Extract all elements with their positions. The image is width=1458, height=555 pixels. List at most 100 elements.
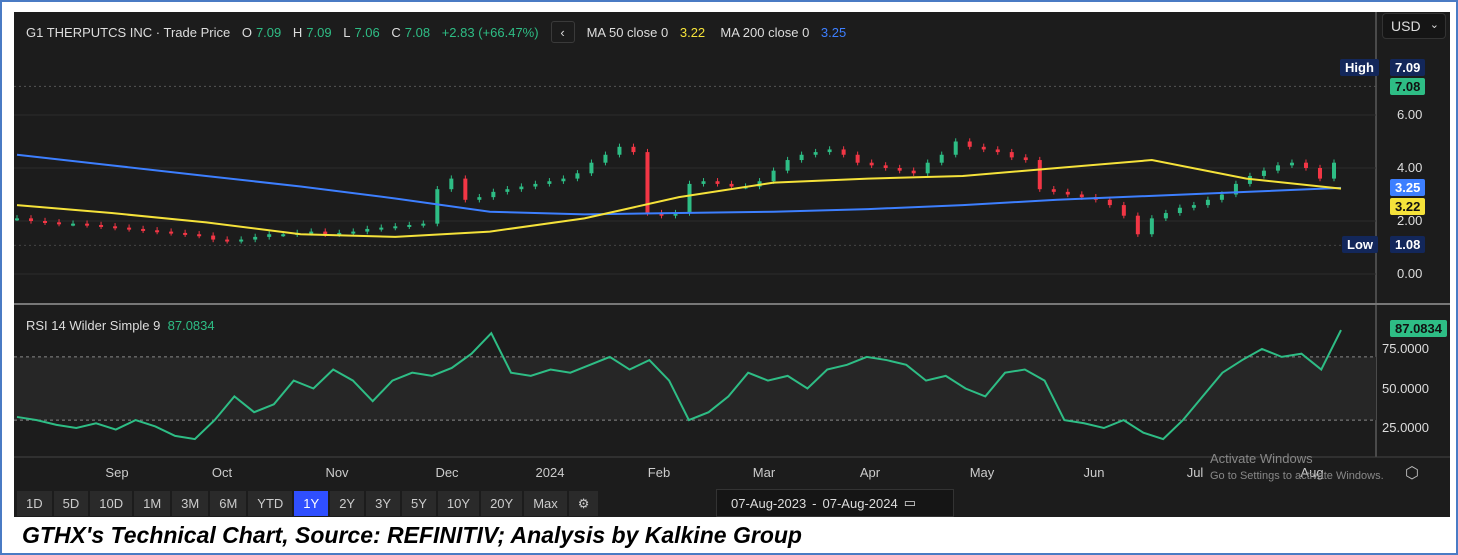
price-legend: G1 THERPUTCS INC · Trade Price O 7.09 H 7.…: [26, 21, 846, 43]
candle: [967, 141, 972, 147]
activation-watermark: Activate Windows Go to Settings to activa…: [1210, 451, 1384, 484]
rsi-axis-label: 75.0000: [1382, 341, 1429, 356]
price-axis-label: 6.00: [1397, 107, 1423, 122]
candle: [491, 191, 496, 198]
currency-value: USD: [1391, 18, 1421, 34]
chevron-down-icon: ⌄: [1429, 19, 1439, 31]
range-button-3y[interactable]: 3Y: [366, 491, 401, 516]
currency-select[interactable]: USD ⌄: [1382, 13, 1446, 39]
candle: [1065, 191, 1070, 195]
candle: [1037, 160, 1042, 190]
settings-hex-icon[interactable]: ⬡: [1405, 463, 1419, 483]
x-axis-label: May: [969, 465, 995, 480]
watermark-line2: Go to Settings to activate Windows.: [1210, 470, 1384, 482]
figure-frame: G1 THERPUTCS INC · Trade Price O 7.09 H 7.…: [0, 0, 1458, 555]
close-value: 7.08: [404, 24, 431, 40]
candle: [701, 181, 706, 184]
x-axis-label: Jun: [1083, 465, 1105, 480]
candle: [393, 226, 398, 229]
low-value: 7.06: [354, 24, 380, 40]
date-range-picker[interactable]: 07-Aug-2023 - 07-Aug-2024 ▭: [716, 489, 954, 517]
range-button-1d[interactable]: 1D: [17, 491, 52, 516]
x-axis-label: Feb: [647, 465, 671, 480]
high-tag-label: High: [1340, 59, 1379, 76]
candle: [1163, 213, 1168, 219]
close-price-tag: 7.08: [1390, 78, 1426, 95]
price-axis-label: 2.00: [1397, 213, 1423, 228]
rsi-value-tag: 87.0834: [1390, 320, 1447, 337]
candle: [603, 154, 608, 163]
candle: [813, 152, 818, 155]
range-button-20y[interactable]: 20Y: [481, 491, 523, 516]
candle: [547, 181, 552, 184]
date-to[interactable]: 07-Aug-2024: [823, 496, 898, 511]
candle: [1191, 205, 1196, 208]
rsi-band: [14, 356, 1376, 421]
range-button-1y[interactable]: 1Y: [294, 491, 329, 516]
candle: [1149, 218, 1154, 235]
candle: [267, 234, 272, 237]
chart-canvas[interactable]: [14, 12, 1450, 517]
close-label: C: [391, 24, 401, 40]
x-axis-label: Apr: [859, 465, 881, 480]
rsi-axis-label: 25.0000: [1382, 420, 1429, 435]
candle: [1317, 168, 1322, 179]
calendar-icon[interactable]: ▭: [904, 495, 916, 511]
x-axis-label: Jul: [1186, 465, 1204, 480]
candle: [1289, 162, 1294, 166]
ma200-tag: 3.25: [1390, 179, 1426, 196]
candle: [351, 231, 356, 234]
candle: [225, 239, 230, 242]
range-button-10d[interactable]: 10D: [90, 491, 133, 516]
candle: [211, 235, 216, 240]
candle: [1177, 207, 1182, 214]
date-from[interactable]: 07-Aug-2023: [731, 496, 806, 511]
candle: [127, 227, 132, 230]
candle: [589, 162, 594, 174]
range-button-6m[interactable]: 6M: [210, 491, 247, 516]
high-label: H: [292, 24, 303, 40]
candle: [323, 231, 328, 235]
candle: [15, 218, 19, 221]
candle: [239, 239, 244, 242]
candle: [785, 160, 790, 171]
candle: [407, 224, 412, 227]
date-separator: -: [812, 495, 817, 511]
range-button-3m[interactable]: 3M: [172, 491, 209, 516]
range-button-5y[interactable]: 5Y: [402, 491, 436, 516]
candle: [939, 154, 944, 163]
high-value: 7.09: [306, 24, 332, 40]
range-button-ytd[interactable]: YTD: [248, 491, 293, 516]
x-axis-label: Oct: [211, 465, 233, 480]
collapse-legend-button[interactable]: ‹: [550, 21, 575, 43]
candle: [1079, 194, 1084, 198]
rsi-axis-label: 50.0000: [1382, 380, 1429, 396]
rsi-legend-value: 87.0834: [167, 318, 215, 333]
range-button-2y[interactable]: 2Y: [330, 491, 365, 516]
high-tag-value: 7.09: [1390, 59, 1426, 76]
candle: [827, 149, 832, 153]
caption: GTHX's Technical Chart, Source: REFINITI…: [22, 522, 802, 548]
candle: [435, 189, 440, 224]
low-tag-label: Low: [1342, 236, 1378, 253]
range-button-1m[interactable]: 1M: [134, 491, 171, 516]
candle: [841, 149, 846, 155]
range-settings-gear-icon[interactable]: ⚙: [568, 491, 599, 516]
candle: [1009, 152, 1014, 158]
rsi-legend: RSI 14 Wilder Simple 9 87.0834: [26, 318, 215, 333]
candle: [799, 154, 804, 161]
ma200-line: [16, 153, 1342, 216]
candle: [869, 162, 874, 166]
candle: [281, 234, 286, 237]
candle: [477, 197, 482, 200]
low-tag-value: 1.08: [1390, 236, 1426, 253]
range-button-10y[interactable]: 10Y: [437, 491, 480, 516]
open-label: O: [241, 24, 252, 40]
range-button-5d[interactable]: 5D: [53, 491, 89, 516]
candle: [183, 232, 188, 235]
candle: [1332, 162, 1336, 179]
candle: [1051, 189, 1056, 192]
ma50-value: 3.22: [679, 24, 706, 40]
range-button-max[interactable]: Max: [524, 491, 567, 516]
candle: [533, 183, 538, 187]
